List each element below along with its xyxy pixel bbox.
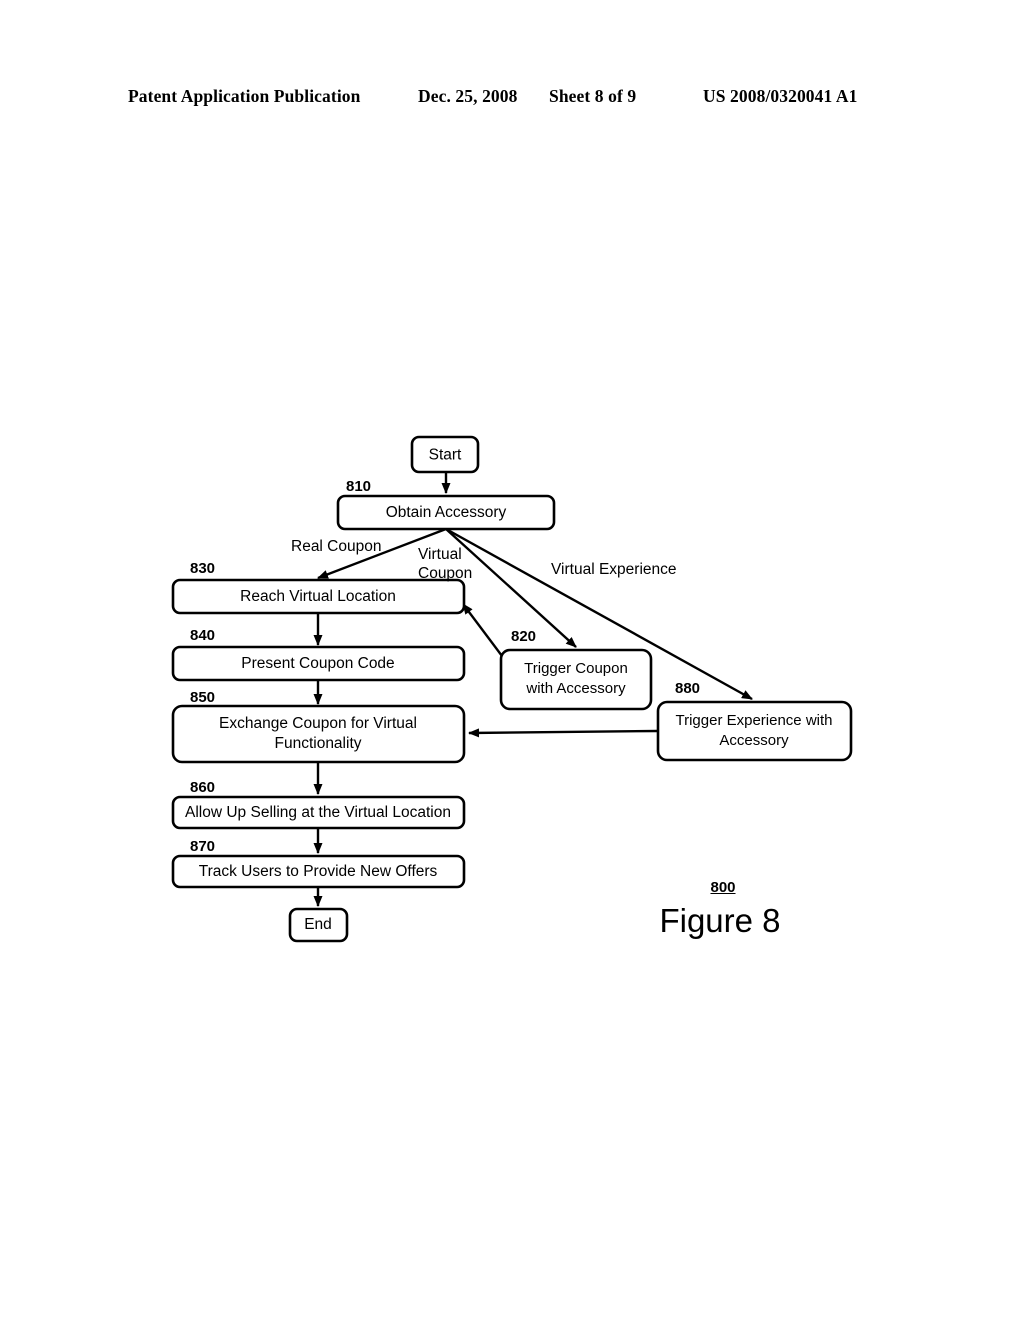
node-810-label: Obtain Accessory bbox=[386, 504, 507, 521]
figure-reference-number: 800 bbox=[710, 879, 736, 896]
edge-820-to-830 bbox=[462, 603, 506, 661]
ref-number-870: 870 bbox=[190, 838, 215, 855]
node-end-label: End bbox=[304, 916, 332, 933]
node-880-label-line1: Trigger Experience with bbox=[675, 712, 832, 729]
edge-label-real-coupon: Real Coupon bbox=[291, 538, 381, 555]
node-830-label: Reach Virtual Location bbox=[240, 588, 396, 605]
edge-label-virtual-coupon-line2: Coupon bbox=[418, 565, 472, 582]
ref-number-840: 840 bbox=[190, 627, 215, 644]
node-820-label-line1: Trigger Coupon bbox=[524, 660, 628, 677]
node-870-track-users[interactable]: Track Users to Provide New Offers bbox=[171, 854, 466, 889]
ref-number-830: 830 bbox=[190, 560, 215, 577]
node-820-trigger-coupon[interactable]: Trigger Coupon with Accessory bbox=[499, 648, 653, 711]
node-880-label-line2: Accessory bbox=[719, 732, 789, 749]
figure-caption: 800 Figure 8 bbox=[600, 879, 840, 939]
node-860-allow-up-selling[interactable]: Allow Up Selling at the Virtual Location bbox=[171, 795, 466, 830]
patent-page: Patent Application Publication Dec. 25, … bbox=[0, 0, 1024, 1320]
node-830-reach-virtual-location[interactable]: Reach Virtual Location bbox=[171, 578, 466, 615]
edge-880-to-850 bbox=[468, 728, 658, 738]
ref-number-810: 810 bbox=[346, 478, 371, 495]
ref-number-880: 880 bbox=[675, 680, 700, 697]
node-870-label: Track Users to Provide New Offers bbox=[199, 863, 438, 880]
node-start[interactable]: Start bbox=[410, 435, 480, 474]
ref-number-850: 850 bbox=[190, 689, 215, 706]
figure-8-flowchart: Start Obtain Accessory 810 Reach Virtual… bbox=[0, 0, 1024, 1320]
flowchart-svg: Start Obtain Accessory 810 Reach Virtual… bbox=[171, 435, 853, 943]
edge-label-virtual-coupon-line1: Virtual bbox=[418, 546, 462, 563]
node-start-label: Start bbox=[429, 447, 462, 464]
node-860-label: Allow Up Selling at the Virtual Location bbox=[185, 804, 451, 821]
ref-number-860: 860 bbox=[190, 779, 215, 796]
node-850-label-line1: Exchange Coupon for Virtual bbox=[219, 715, 417, 732]
node-840-label: Present Coupon Code bbox=[241, 655, 394, 672]
figure-title: Figure 8 bbox=[659, 901, 781, 939]
edge-label-virtual-experience: Virtual Experience bbox=[551, 561, 677, 578]
node-810-obtain-accessory[interactable]: Obtain Accessory bbox=[336, 494, 556, 531]
ref-number-820: 820 bbox=[511, 628, 536, 645]
node-end[interactable]: End bbox=[288, 907, 349, 943]
node-820-label-line2: with Accessory bbox=[525, 680, 626, 697]
node-880-trigger-experience[interactable]: Trigger Experience with Accessory bbox=[656, 700, 853, 762]
node-850-label-line2: Functionality bbox=[274, 735, 361, 752]
node-840-present-coupon-code[interactable]: Present Coupon Code bbox=[171, 645, 466, 682]
node-850-exchange-coupon[interactable]: Exchange Coupon for Virtual Functionalit… bbox=[171, 704, 466, 764]
